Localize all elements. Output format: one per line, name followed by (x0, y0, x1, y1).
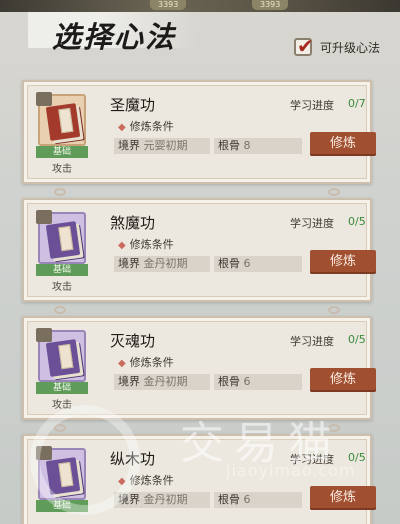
realm-requirement: 境界 金丹初期 (114, 374, 210, 390)
bone-value: 8 (243, 139, 251, 152)
book-icon (45, 103, 81, 141)
skill-icon-frame (36, 92, 86, 146)
condition-heading: ◆ 修炼条件 (118, 236, 174, 252)
divider (14, 188, 380, 198)
bone-label: 根骨 (218, 493, 240, 506)
progress-value: 0/7 (348, 97, 366, 110)
type-tag: 基础 (36, 382, 88, 394)
category-label: 攻击 (52, 400, 72, 411)
bone-value: 6 (243, 493, 251, 506)
skill-list[interactable]: 基础 攻击 圣魔功 学习进度 0/7 ◆ 修炼条件 境界 元婴初期 根骨 8 修炼… (14, 62, 380, 524)
cultivate-button[interactable]: 修炼 (310, 368, 376, 392)
cultivate-button[interactable]: 修炼 (310, 132, 376, 156)
realm-label: 境界 (118, 257, 140, 270)
progress-value: 0/5 (348, 215, 366, 228)
realm-requirement: 境界 金丹初期 (114, 256, 210, 272)
filter-checkbox[interactable] (293, 34, 314, 58)
header: 选择心法 可升级心法 (0, 8, 400, 58)
ornament-icon (54, 188, 66, 196)
progress-label: 学习进度 (290, 217, 334, 230)
category-label: 攻击 (52, 282, 72, 293)
condition-label: 修炼条件 (129, 474, 174, 487)
condition-heading: ◆ 修炼条件 (118, 354, 174, 370)
bone-label: 根骨 (218, 375, 240, 388)
condition-heading: ◆ 修炼条件 (118, 472, 174, 488)
condition-heading: ◆ 修炼条件 (118, 118, 174, 134)
rarity-corner-icon (36, 328, 52, 342)
diamond-icon: ◆ (118, 122, 126, 133)
bone-value: 6 (243, 257, 251, 270)
skill-name: 纵木功 (110, 450, 156, 468)
condition-label: 修炼条件 (129, 238, 174, 251)
type-tag: 基础 (36, 500, 88, 512)
filter-label: 可升级心法 (319, 40, 380, 55)
ornament-icon (328, 424, 340, 432)
realm-label: 境界 (118, 375, 140, 388)
divider (14, 306, 380, 316)
cultivate-button[interactable]: 修炼 (310, 486, 376, 510)
bone-value: 6 (243, 375, 251, 388)
condition-label: 修炼条件 (129, 120, 174, 133)
bone-label: 根骨 (218, 139, 240, 152)
rarity-corner-icon (36, 210, 52, 224)
ornament-icon (54, 424, 66, 432)
upgradable-filter[interactable]: 可升级心法 (293, 34, 380, 58)
diamond-icon: ◆ (118, 240, 126, 251)
skill-icon-frame (36, 328, 86, 382)
diamond-icon: ◆ (118, 476, 126, 487)
realm-requirement: 境界 金丹初期 (114, 492, 210, 508)
progress-value: 0/5 (348, 333, 366, 346)
type-tag: 基础 (36, 264, 88, 276)
realm-value: 金丹初期 (143, 257, 188, 270)
skill-card[interactable]: 基础 攻击 煞魔功 学习进度 0/5 ◆ 修炼条件 境界 金丹初期 根骨 6 修炼 (22, 198, 376, 302)
skill-icon-frame (36, 446, 86, 500)
skill-name: 灭魂功 (110, 332, 156, 350)
progress-label: 学习进度 (290, 99, 334, 112)
type-tag: 基础 (36, 146, 88, 158)
category-label: 攻击 (52, 164, 72, 175)
condition-label: 修炼条件 (129, 356, 174, 369)
progress-value: 0/5 (348, 451, 366, 464)
progress-label: 学习进度 (290, 453, 334, 466)
bone-label: 根骨 (218, 257, 240, 270)
realm-label: 境界 (118, 139, 140, 152)
skill-icon-frame (36, 210, 86, 264)
book-icon (45, 339, 81, 377)
book-icon (45, 457, 81, 495)
bone-requirement: 根骨 6 (214, 492, 302, 508)
skill-name: 煞魔功 (110, 214, 156, 232)
skill-card[interactable]: 基础 纵木功 学习进度 0/5 ◆ 修炼条件 境界 金丹初期 根骨 6 修炼 (22, 434, 376, 524)
book-icon (45, 221, 81, 259)
page-title: 选择心法 (52, 20, 177, 54)
divider (14, 424, 380, 434)
realm-value: 金丹初期 (143, 493, 188, 506)
realm-requirement: 境界 元婴初期 (114, 138, 210, 154)
realm-value: 元婴初期 (143, 139, 188, 152)
bone-requirement: 根骨 6 (214, 256, 302, 272)
ornament-icon (328, 306, 340, 314)
progress-label: 学习进度 (290, 335, 334, 348)
bone-requirement: 根骨 6 (214, 374, 302, 390)
ornament-icon (54, 306, 66, 314)
cultivate-button[interactable]: 修炼 (310, 250, 376, 274)
skill-name: 圣魔功 (110, 96, 156, 114)
realm-value: 金丹初期 (143, 375, 188, 388)
bone-requirement: 根骨 8 (214, 138, 302, 154)
diamond-icon: ◆ (118, 358, 126, 369)
skill-card[interactable]: 基础 攻击 灭魂功 学习进度 0/5 ◆ 修炼条件 境界 金丹初期 根骨 6 修炼 (22, 316, 376, 420)
ornament-icon (328, 188, 340, 196)
realm-label: 境界 (118, 493, 140, 506)
rarity-corner-icon (36, 446, 52, 460)
skill-card[interactable]: 基础 攻击 圣魔功 学习进度 0/7 ◆ 修炼条件 境界 元婴初期 根骨 8 修炼 (22, 80, 376, 184)
rarity-corner-icon (36, 92, 52, 106)
